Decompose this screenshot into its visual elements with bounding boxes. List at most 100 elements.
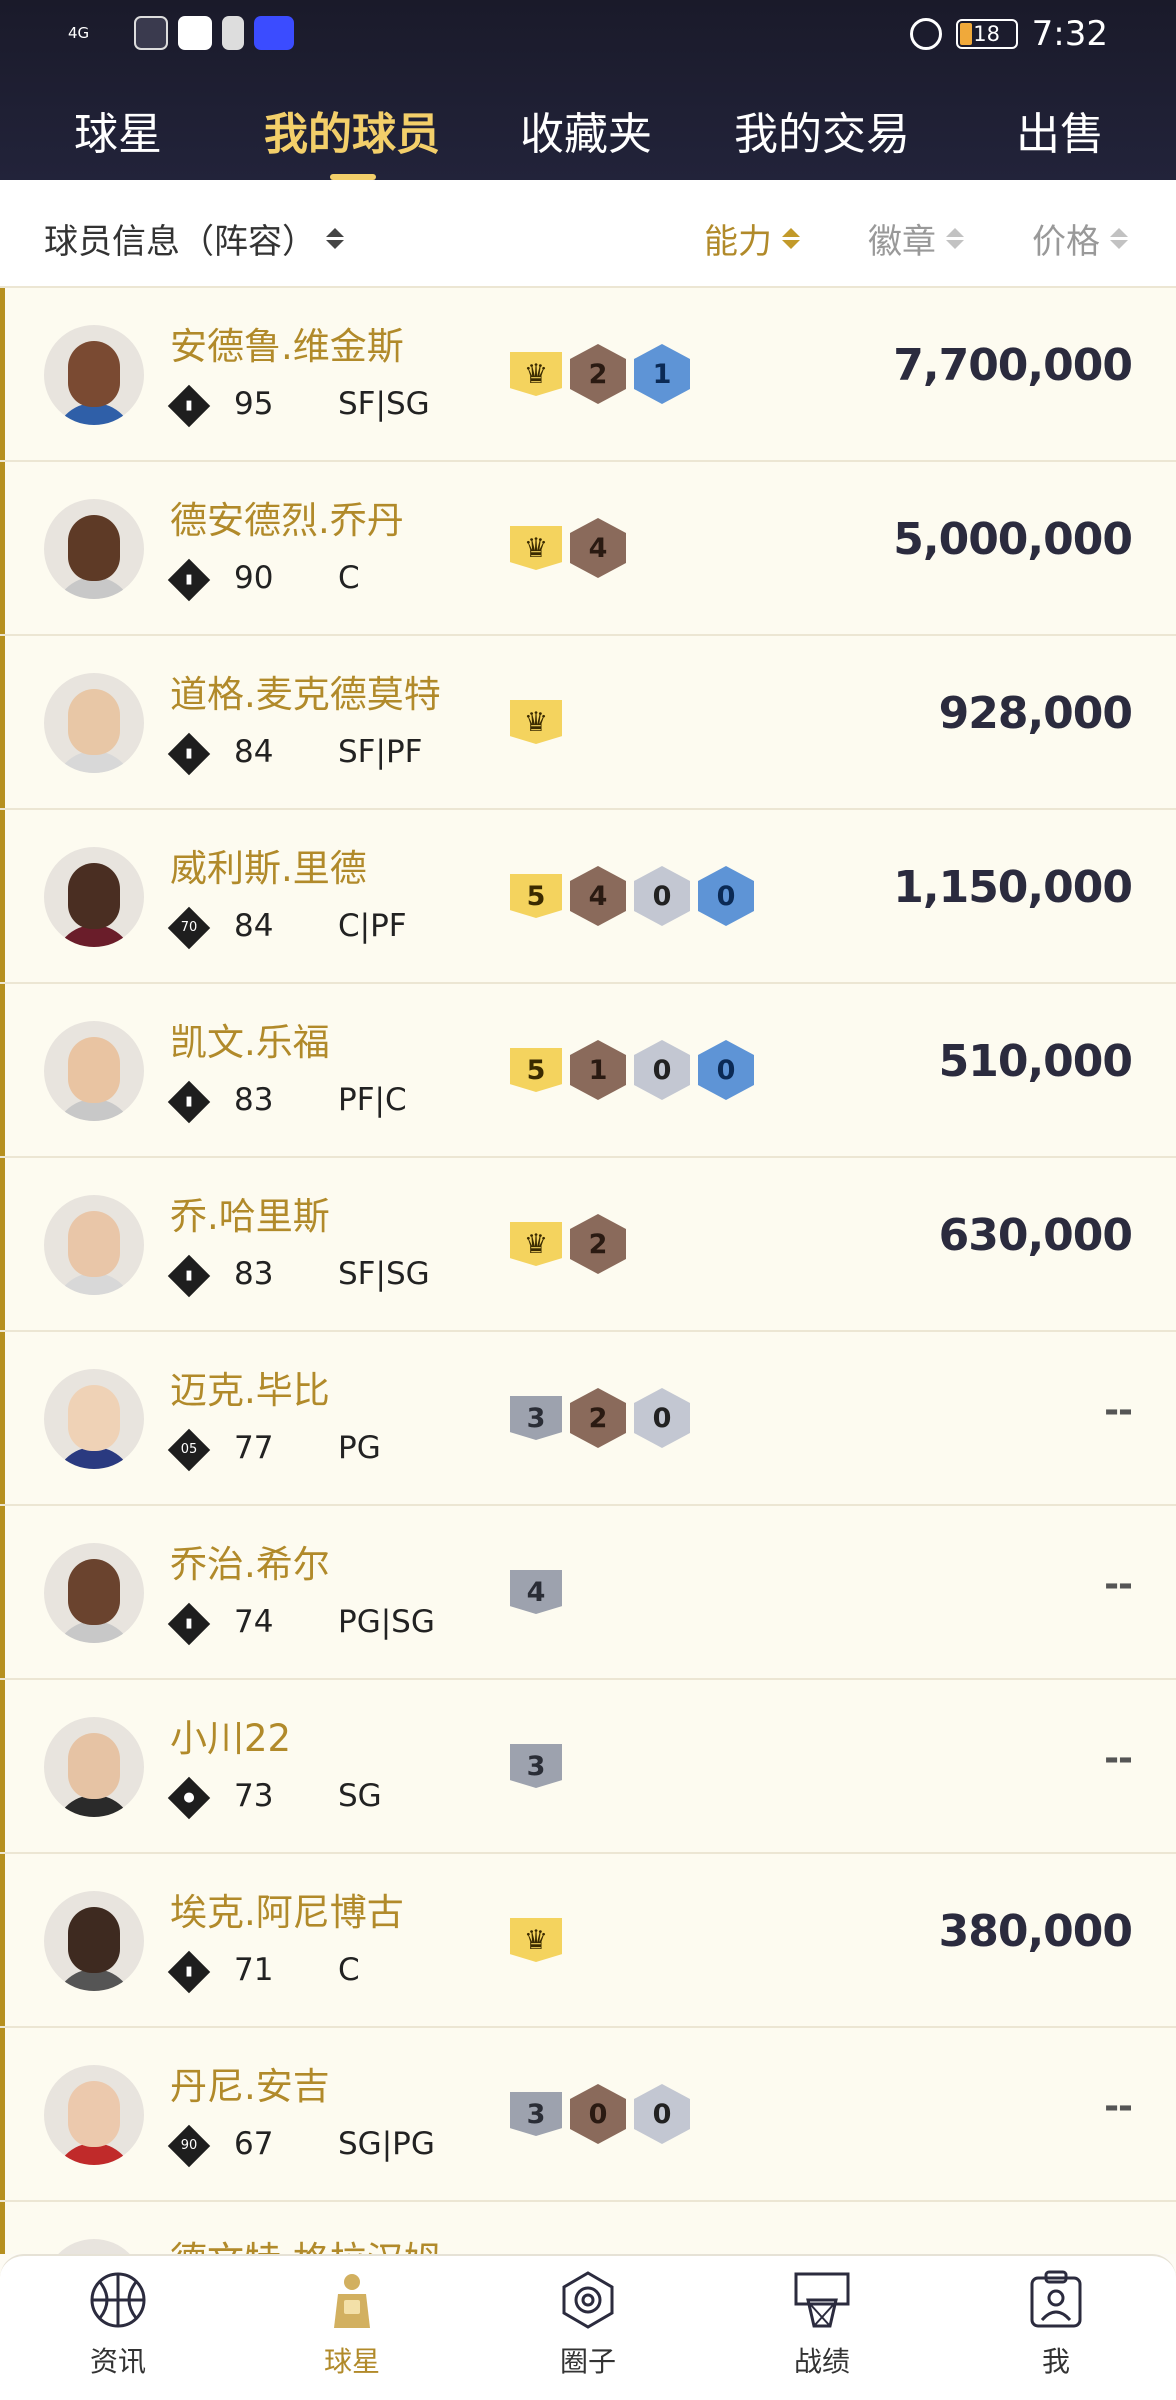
rating-diamond-icon: ▮: [167, 732, 211, 776]
crown-tier-icon: ♛: [510, 352, 562, 396]
jersey-number: 90: [180, 2138, 198, 2153]
tab-my-trades[interactable]: 我的交易: [734, 98, 910, 162]
player-name: 迈克.毕比: [170, 1369, 330, 1412]
nav-stars-label: 球星: [323, 2345, 380, 2378]
player-badges: ♛ 2: [510, 1214, 626, 1274]
player-row[interactable]: 威利斯.里德 70 84 C|PF 5 4 0 0 1,150,000: [0, 810, 1176, 984]
rating-diamond-icon: ▮: [167, 1950, 211, 1994]
rating-diamond-icon: 05: [167, 1428, 211, 1472]
player-badges: 5400: [510, 866, 754, 926]
nav-news-label: 资讯: [89, 2345, 146, 2378]
player-position: SF|PF: [338, 734, 423, 770]
rating-diamond-icon: ▮: [167, 1602, 211, 1646]
player-position: SG|PG: [338, 2126, 435, 2162]
player-row[interactable]: 道格.麦克德莫特 ▮ 84 SF|PF ♛ 928,000: [0, 636, 1176, 810]
app-notification-icon: [134, 16, 168, 50]
player-row[interactable]: 迈克.毕比 05 77 PG 3 2 0 --: [0, 1332, 1176, 1506]
rating-diamond-icon: ▮: [167, 1080, 211, 1124]
tab-my-players[interactable]: 我的球员: [264, 98, 440, 162]
chart-icon: ▮: [185, 1616, 193, 1631]
alarm-icon: [909, 18, 942, 50]
sort-price-label: 价格: [1032, 222, 1100, 262]
hoop-icon: [794, 2272, 850, 2328]
player-position: SF|SG: [338, 1256, 430, 1292]
nav-me[interactable]: 我: [976, 2270, 1136, 2380]
player-rating: 84: [234, 734, 274, 770]
sort-player-info[interactable]: 球员信息（阵容）: [44, 214, 344, 263]
sort-badge[interactable]: 徽章: [868, 214, 964, 263]
player-rating: 95: [234, 386, 274, 422]
player-badges: ♛: [510, 692, 562, 752]
player-name: 德文特.格拉汉姆: [170, 2230, 441, 2254]
tab-favorites[interactable]: 收藏夹: [520, 98, 652, 162]
status-bar: 4G 18 7:32: [0, 0, 1176, 70]
rating-diamond-icon: ▮: [167, 384, 211, 428]
player-position: PG|SG: [338, 1604, 435, 1640]
clock: 7:32: [1031, 14, 1108, 54]
player-row[interactable]: 德文特.格拉汉姆: [0, 2202, 1176, 2254]
player-price: 5,000,000: [893, 514, 1133, 565]
player-avatar: [44, 2239, 144, 2254]
player-badges: 300: [510, 2084, 690, 2144]
chart-icon: ▮: [185, 572, 193, 587]
player-name: 威利斯.里德: [170, 847, 367, 890]
nav-record[interactable]: 战绩: [742, 2270, 902, 2380]
tier-badge: 4: [510, 1570, 562, 1614]
player-row[interactable]: 埃克.阿尼博古 ▮ 71 C ♛ 380,000: [0, 1854, 1176, 2028]
player-icon: [334, 2274, 370, 2328]
nav-circle[interactable]: 圈子: [508, 2270, 668, 2380]
player-rating: 73: [234, 1778, 274, 1814]
player-position: C: [338, 1952, 360, 1988]
player-position: SG: [338, 1778, 382, 1814]
blue-badge-icon: 0: [698, 1040, 754, 1100]
rating-diamond-icon: ▮: [167, 558, 211, 602]
nav-stars[interactable]: 球星: [272, 2270, 432, 2380]
nav-record-label: 战绩: [793, 2345, 850, 2378]
tier-badge: 5: [510, 874, 562, 918]
sort-caret-icon: [1110, 228, 1128, 249]
sort-player-info-label: 球员信息（阵容）: [44, 222, 316, 262]
player-position: SF|SG: [338, 386, 430, 422]
rating-diamond-icon: 90: [167, 2124, 211, 2168]
player-rating: 74: [234, 1604, 274, 1640]
player-position: PG: [338, 1430, 381, 1466]
chart-icon: ▮: [185, 746, 193, 761]
top-tabs: 球星 我的球员 收藏夹 我的交易 出售: [0, 80, 1176, 180]
player-row[interactable]: 德安德烈.乔丹 ▮ 90 C ♛ 4 5,000,000: [0, 462, 1176, 636]
sim-icon: [222, 16, 244, 50]
bronze-badge-icon: 2: [570, 1388, 626, 1448]
player-row[interactable]: 安德鲁.维金斯 ▮ 95 SF|SG ♛ 2 1 7,700,000: [0, 288, 1176, 462]
player-row[interactable]: 凯文.乐福 ▮ 83 PF|C 5 1 0 0 510,000: [0, 984, 1176, 1158]
tab-stars[interactable]: 球星: [74, 98, 162, 162]
sort-price[interactable]: 价格: [1032, 214, 1128, 263]
crown-tier-icon: ♛: [510, 526, 562, 570]
player-row[interactable]: 丹尼.安吉 90 67 SG|PG 3 0 0 --: [0, 2028, 1176, 2202]
player-name: 埃克.阿尼博古: [170, 1891, 404, 1934]
player-avatar: [44, 1543, 144, 1643]
bottom-nav: 资讯 球星 圈子 战绩 我: [0, 2254, 1176, 2400]
bronze-badge-icon: 2: [570, 344, 626, 404]
sort-caret-icon: [326, 228, 344, 249]
jersey-number: 05: [180, 1442, 198, 1457]
tier-badge: 3: [510, 2092, 562, 2136]
tab-sell[interactable]: 出售: [1016, 98, 1104, 162]
player-rating: 83: [234, 1256, 274, 1292]
tier-badge: 5: [510, 1048, 562, 1092]
chart-icon: ▮: [185, 1094, 193, 1109]
player-list[interactable]: 安德鲁.维金斯 ▮ 95 SF|SG ♛ 2 1 7,700,000 德安德烈.乔丹 ▮ 90 C ♛ 4…: [0, 288, 1176, 2254]
basketball-icon: [90, 2272, 146, 2328]
player-position: C|PF: [338, 908, 407, 944]
player-row[interactable]: 乔.哈里斯 ▮ 83 SF|SG ♛ 2 630,000: [0, 1158, 1176, 1332]
player-name: 乔治.希尔: [170, 1543, 330, 1586]
nav-news[interactable]: 资讯: [38, 2270, 198, 2380]
player-avatar: [44, 847, 144, 947]
sort-ability[interactable]: 能力: [704, 214, 800, 263]
player-row[interactable]: 小川22 ● 73 SG 3 --: [0, 1680, 1176, 1854]
silver-badge-icon: 0: [634, 866, 690, 926]
player-row[interactable]: 乔治.希尔 ▮ 74 PG|SG 4 --: [0, 1506, 1176, 1680]
app-badge-icon: [254, 16, 294, 50]
tier-badge: 3: [510, 1396, 562, 1440]
player-badges: ♛: [510, 1910, 562, 1970]
nav-circle-label: 圈子: [559, 2345, 616, 2378]
player-badges: 4: [510, 1562, 562, 1622]
